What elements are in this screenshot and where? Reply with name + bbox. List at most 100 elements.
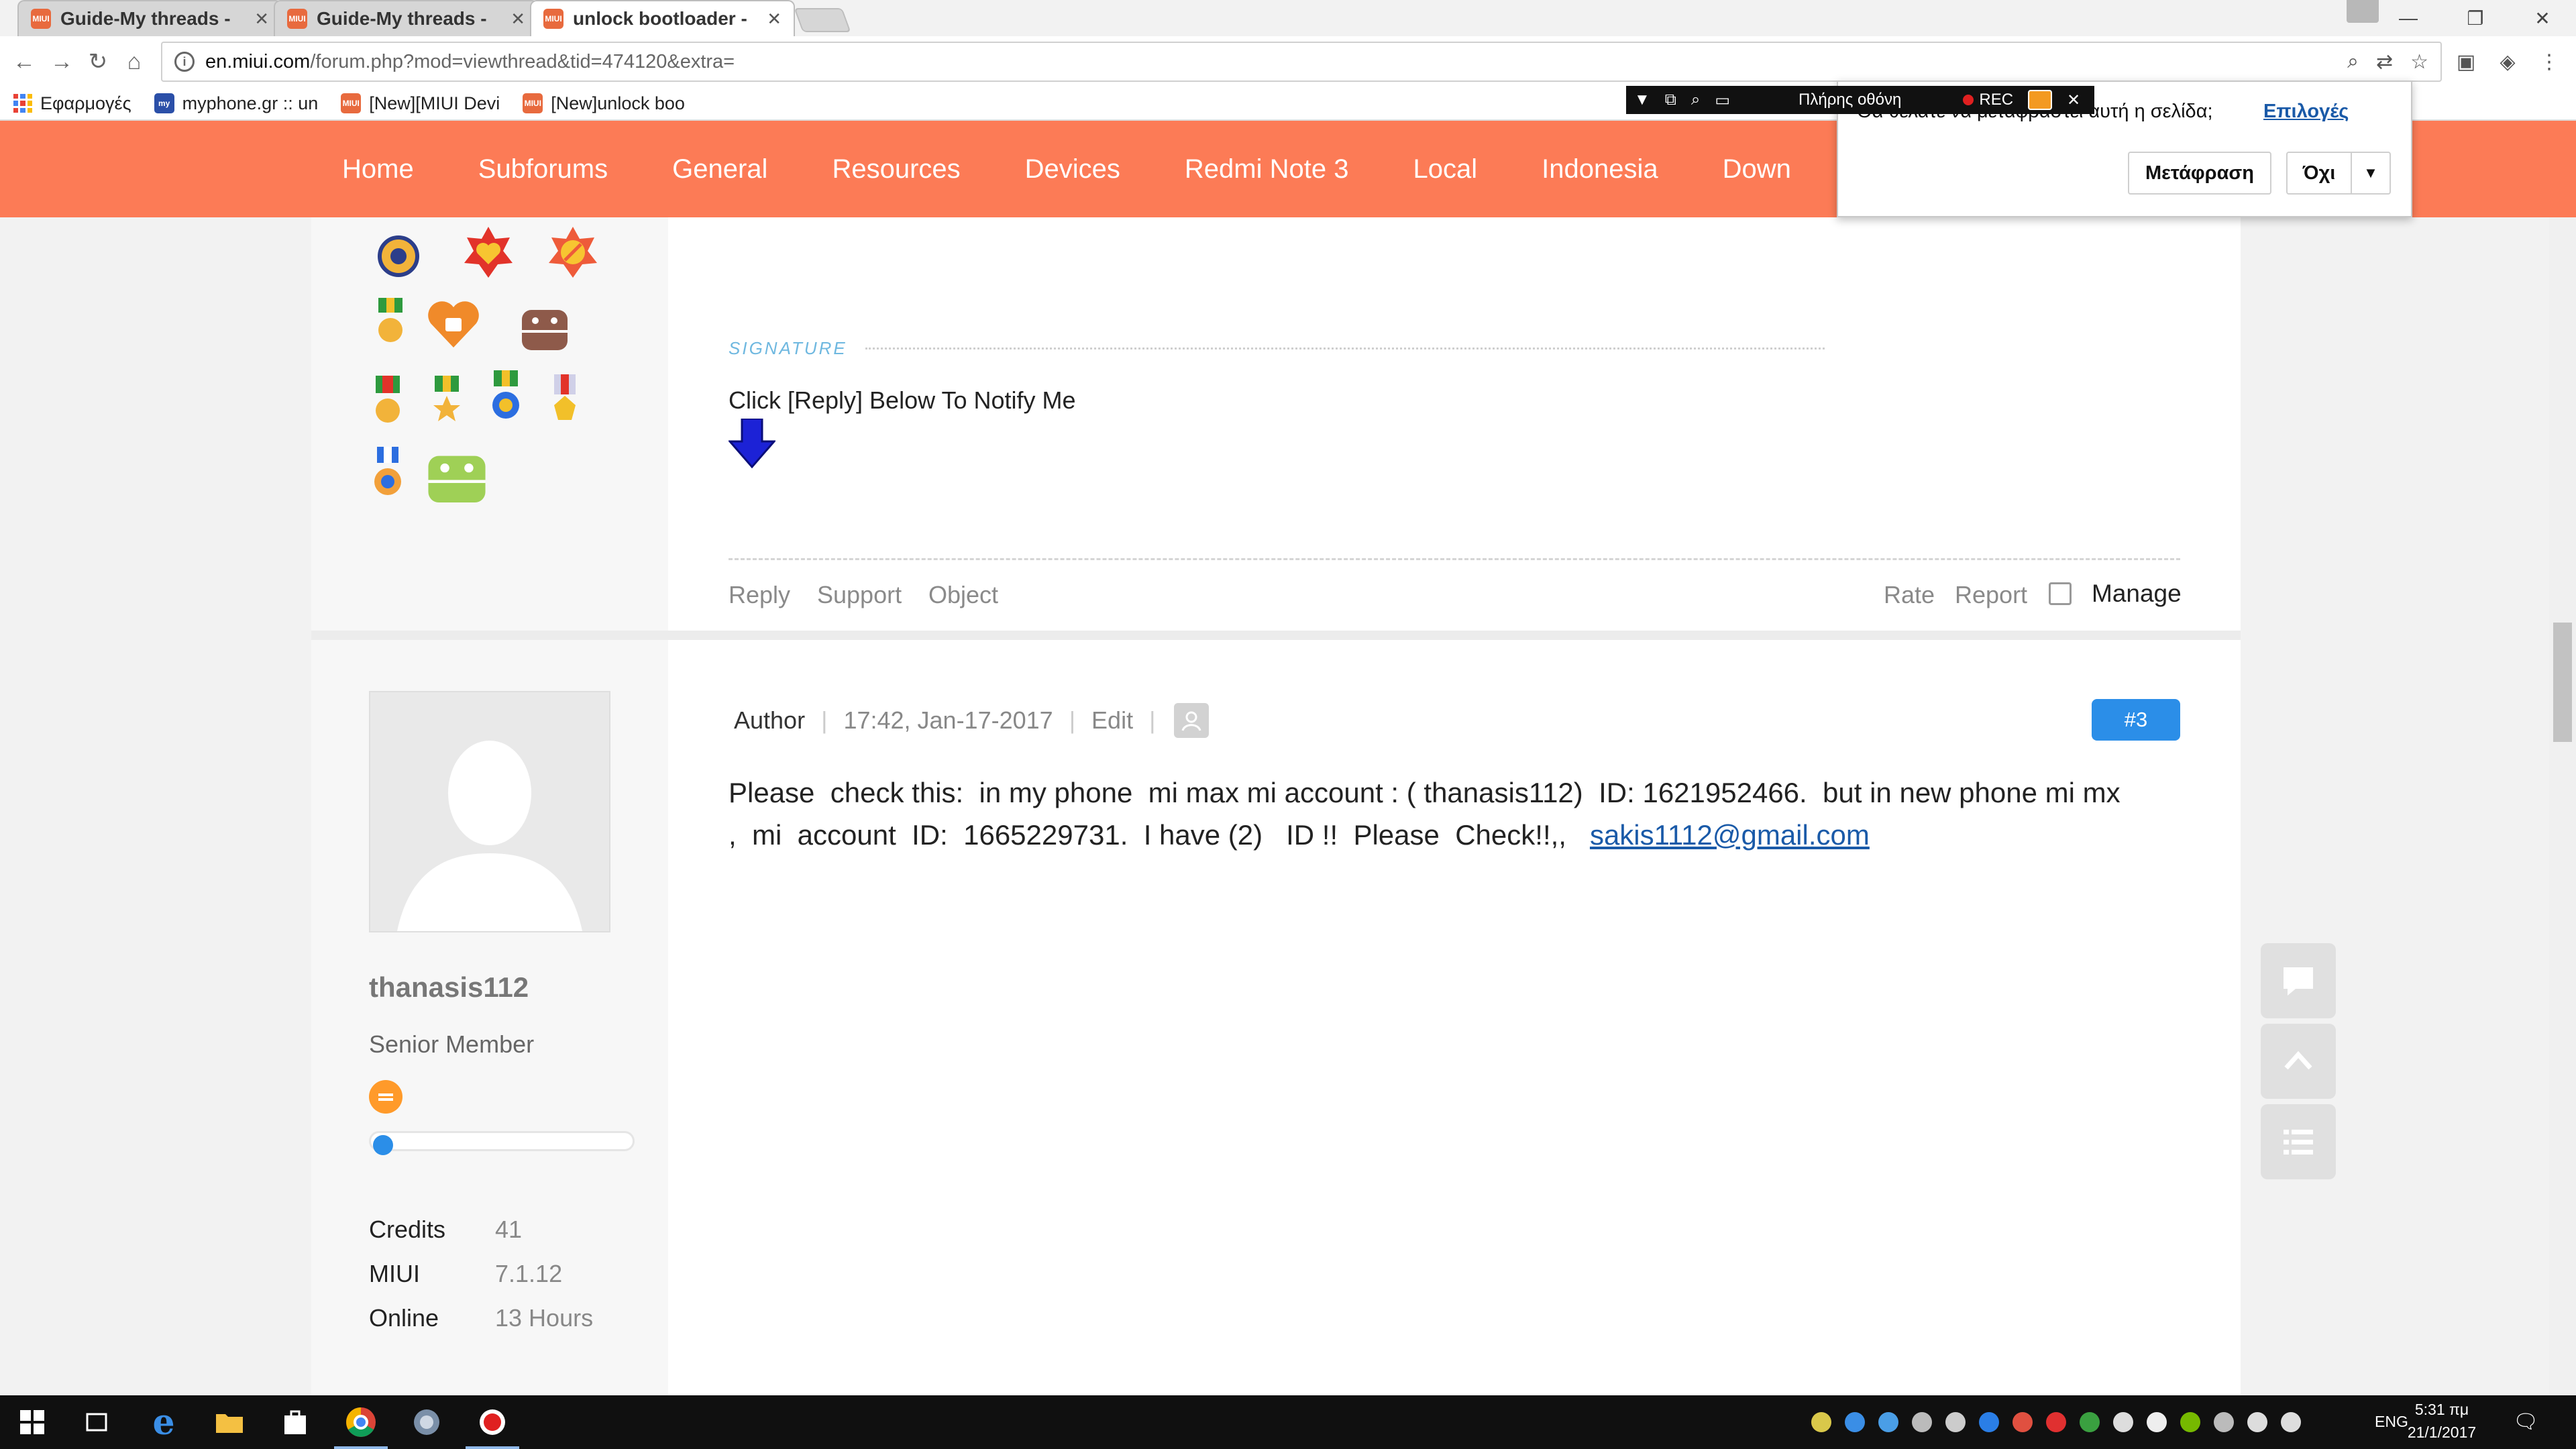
store-icon[interactable] [263,1395,327,1449]
manage-checkbox[interactable] [2049,582,2072,605]
recorder-window-icon[interactable]: ⧉ [1665,91,1676,109]
tray-volume-icon[interactable] [2281,1412,2301,1432]
task-view-icon[interactable] [64,1395,129,1449]
edit-link[interactable]: Edit [1091,706,1133,735]
list-view-button[interactable] [2261,1104,2336,1179]
rate-link[interactable]: Rate [1884,581,1935,609]
translate-button[interactable]: Μετάφραση [2128,152,2271,195]
tray-g-icon[interactable] [1979,1412,1999,1432]
scrollbar-thumb[interactable] [2553,623,2572,742]
username[interactable]: thanasis112 [369,971,529,1004]
url-host: en.miui.com [205,50,311,72]
scrollbar-track[interactable] [2549,217,2576,1395]
file-explorer-icon[interactable] [197,1395,262,1449]
bookmark-label: Εφαρμογές [40,93,131,113]
recorder-close-icon[interactable]: ✕ [2067,91,2080,110]
report-link[interactable]: Report [1955,581,2027,609]
tray-wifi-icon[interactable] [2247,1412,2267,1432]
browser-toolbar: ← → ↻ ⌂ i en.miui.com/forum.php?mod=view… [0,36,2576,87]
object-link[interactable]: Object [928,581,998,609]
email-link[interactable]: sakis1112@gmail.com [1590,819,1870,851]
taskbar-clock[interactable]: 5:31 πμ 21/1/2017 [2402,1398,2482,1444]
tray-antivirus-icon[interactable] [2046,1412,2066,1432]
rec-button[interactable]: REC [1963,91,2013,109]
browser-tab-3-active[interactable]: MIUI unlock bootloader - ✕ [530,0,795,36]
tray-search-icon[interactable] [1912,1412,1932,1432]
miui-favicon-icon: MIUI [543,9,564,29]
recorder-taskbar-icon[interactable] [460,1395,525,1449]
bookmark-unlock-boot[interactable]: MIUI [New]unlock boo [523,93,685,114]
start-button[interactable] [0,1395,64,1449]
tray-flag-icon[interactable] [2113,1412,2133,1432]
nav-redmi-note-3[interactable]: Redmi Note 3 [1185,154,1349,184]
tray-cloud-icon[interactable] [2012,1412,2033,1432]
heart-medal-icon [464,227,513,278]
tray-battery-icon[interactable] [2214,1412,2234,1432]
bookmark-miui-devices[interactable]: MIUI [New][MIUI Devi [341,93,500,114]
recorder-fullscreen-label[interactable]: Πλήρης οθόνη [1799,91,1901,109]
browser-tab-2[interactable]: MIUI Guide-My threads - ✕ [274,0,539,36]
recorder-menu-icon[interactable]: ▼ [1634,91,1650,109]
nav-local[interactable]: Local [1413,154,1477,184]
nav-devices[interactable]: Devices [1025,154,1120,184]
avatar[interactable] [369,691,610,932]
site-info-icon[interactable]: i [174,52,195,72]
bookmark-apps[interactable]: Εφαρμογές [13,93,131,114]
chrome-menu-icon[interactable]: ⋮ [2536,48,2563,75]
post-number-badge[interactable]: #3 [2092,699,2180,741]
restore-icon[interactable]: ❐ [2442,0,2509,36]
reload-icon[interactable]: ↻ [83,47,113,76]
tab-strip: MIUI Guide-My threads - ✕ MIUI Guide-My … [0,0,2576,36]
recorder-region-icon[interactable]: ▭ [1715,91,1730,110]
tab-title: Guide-My threads - [60,8,231,29]
comment-button[interactable] [2261,943,2336,1018]
back-arrow-icon[interactable]: ← [9,47,39,76]
bookmark-star-icon[interactable]: ☆ [2410,50,2428,74]
address-bar[interactable]: i en.miui.com/forum.php?mod=viewthread&t… [161,42,2442,82]
recorder-zoom-icon[interactable]: ⌕ [1691,91,1700,109]
tray-network-app-icon[interactable] [2080,1412,2100,1432]
tray-app-icon[interactable] [1811,1412,1831,1432]
globe-app-icon[interactable] [394,1395,459,1449]
tab-close-icon[interactable]: ✕ [511,9,525,30]
post-meta: Author | 17:42, Jan-17-2017 | Edit | [734,703,1210,738]
nav-indonesia[interactable]: Indonesia [1542,154,1658,184]
profile-icon[interactable] [2347,0,2379,23]
star-medal-icon [433,376,460,421]
tray-nvidia-icon[interactable] [2180,1412,2200,1432]
tray-onedrive-icon[interactable] [2147,1412,2167,1432]
bookmark-myphone[interactable]: my myphone.gr :: un [154,93,318,114]
close-window-icon[interactable]: ✕ [2509,0,2576,36]
scroll-top-button[interactable] [2261,1024,2336,1099]
nav-resources[interactable]: Resources [832,154,960,184]
translate-options-link[interactable]: Επιλογές [2263,101,2349,123]
browser-tab-1[interactable]: MIUI Guide-My threads - ✕ [17,0,282,36]
translate-dropdown-icon[interactable]: ▼ [2351,152,2391,195]
new-tab-button[interactable] [794,8,851,32]
extension-shield-icon[interactable]: ◈ [2494,48,2521,75]
extension-icon[interactable]: ▣ [2453,48,2479,75]
reply-link[interactable]: Reply [729,581,790,609]
tray-messenger-icon[interactable] [1878,1412,1898,1432]
tray-settings-icon[interactable] [1845,1412,1865,1432]
zoom-icon[interactable]: ⌕ [2347,50,2359,74]
no-translate-button[interactable]: Όχι [2286,152,2352,195]
nav-subforums[interactable]: Subforums [478,154,608,184]
user-profile-icon[interactable] [1174,703,1210,738]
support-link[interactable]: Support [817,581,902,609]
translate-icon[interactable]: ⇄ [2376,50,2393,74]
home-icon[interactable]: ⌂ [119,47,149,76]
nav-general[interactable]: General [672,154,767,184]
tab-close-icon[interactable]: ✕ [767,9,782,30]
stat-label-miui: MIUI [369,1260,420,1287]
tray-printer-icon[interactable] [1945,1412,1966,1432]
notification-icon[interactable]: 🗨 [2509,1405,2542,1438]
forward-arrow-icon[interactable]: → [47,47,76,76]
camera-icon[interactable] [2028,90,2053,110]
edge-browser-icon[interactable]: e [131,1395,196,1449]
chrome-taskbar-icon[interactable] [329,1395,393,1449]
nav-home[interactable]: Home [342,154,414,184]
nav-downloads[interactable]: Down [1723,154,1791,184]
minimize-icon[interactable]: — [2375,0,2442,36]
tab-close-icon[interactable]: ✕ [254,9,269,30]
